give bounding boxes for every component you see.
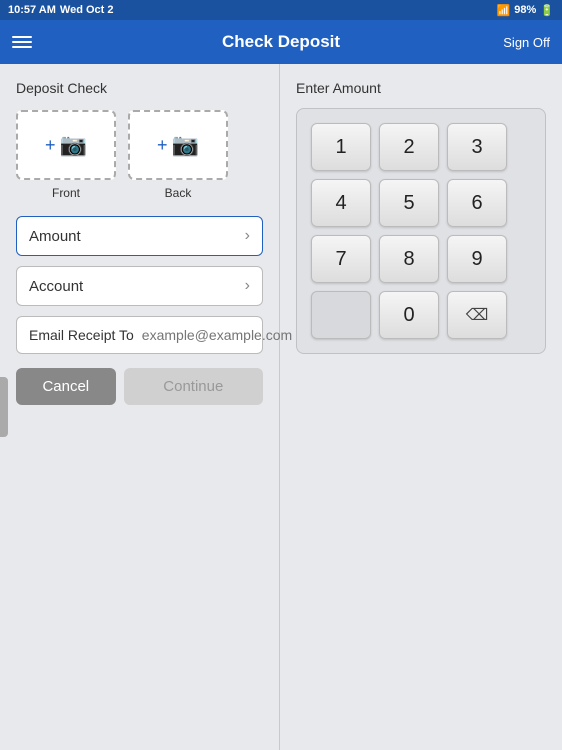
amount-chevron-icon: ›	[245, 227, 250, 245]
edge-handle	[0, 377, 8, 437]
numpad-row-1: 1 2 3	[311, 123, 531, 171]
back-camera-icon: 📷	[172, 132, 199, 158]
back-label: Back	[165, 186, 192, 200]
account-field[interactable]: Account ›	[16, 266, 263, 306]
cancel-button[interactable]: Cancel	[16, 368, 116, 405]
numpad-row-4: 0 ⌫	[311, 291, 531, 339]
date-display: Wed Oct 2	[60, 4, 114, 16]
status-bar-right: 📶 98% 🔋	[497, 4, 554, 17]
back-image-container: + 📷 Back	[128, 110, 228, 200]
front-camera-icon: 📷	[60, 132, 87, 158]
numpad-row-2: 4 5 6	[311, 179, 531, 227]
key-5[interactable]: 5	[379, 179, 439, 227]
deposit-check-title: Deposit Check	[16, 80, 263, 96]
status-bar-left: 10:57 AM Wed Oct 2	[8, 4, 113, 16]
back-image-button[interactable]: + 📷	[128, 110, 228, 180]
numpad-row-3: 7 8 9	[311, 235, 531, 283]
account-label: Account	[29, 278, 83, 295]
amount-label: Amount	[29, 228, 81, 245]
battery-display: 98%	[514, 4, 536, 16]
front-label: Front	[52, 186, 80, 200]
account-chevron-icon: ›	[245, 277, 250, 295]
key-4[interactable]: 4	[311, 179, 371, 227]
numpad: 1 2 3 4 5 6 7 8 9	[296, 108, 546, 354]
key-7[interactable]: 7	[311, 235, 371, 283]
action-buttons: Cancel Continue	[16, 368, 263, 405]
status-bar: 10:57 AM Wed Oct 2 📶 98% 🔋	[0, 0, 562, 20]
page-title: Check Deposit	[222, 32, 340, 52]
sign-off-button[interactable]: Sign Off	[503, 35, 550, 50]
left-panel: Deposit Check + 📷 Front + 📷 Back	[0, 64, 280, 750]
email-label: Email Receipt To	[29, 327, 134, 343]
front-image-button[interactable]: + 📷	[16, 110, 116, 180]
check-images-row: + 📷 Front + 📷 Back	[16, 110, 263, 200]
key-backspace[interactable]: ⌫	[447, 291, 507, 339]
main-content: Deposit Check + 📷 Front + 📷 Back	[0, 64, 562, 750]
key-8[interactable]: 8	[379, 235, 439, 283]
header: Check Deposit Sign Off	[0, 20, 562, 64]
key-3[interactable]: 3	[447, 123, 507, 171]
front-plus-icon: +	[45, 135, 56, 156]
email-row: Email Receipt To	[16, 316, 263, 354]
email-input[interactable]	[142, 327, 323, 343]
back-plus-icon: +	[157, 135, 168, 156]
amount-field[interactable]: Amount ›	[16, 216, 263, 256]
key-2[interactable]: 2	[379, 123, 439, 171]
wifi-icon: 📶	[497, 4, 511, 17]
time-display: 10:57 AM	[8, 4, 56, 16]
continue-button[interactable]: Continue	[124, 368, 263, 405]
key-9[interactable]: 9	[447, 235, 507, 283]
key-0[interactable]: 0	[379, 291, 439, 339]
menu-button[interactable]	[12, 36, 32, 48]
key-1[interactable]: 1	[311, 123, 371, 171]
front-image-container: + 📷 Front	[16, 110, 116, 200]
key-6[interactable]: 6	[447, 179, 507, 227]
right-panel: Enter Amount 1 2 3 4 5 6 7 8 9	[280, 64, 562, 750]
battery-icon: 🔋	[540, 4, 554, 17]
enter-amount-title: Enter Amount	[296, 80, 546, 96]
